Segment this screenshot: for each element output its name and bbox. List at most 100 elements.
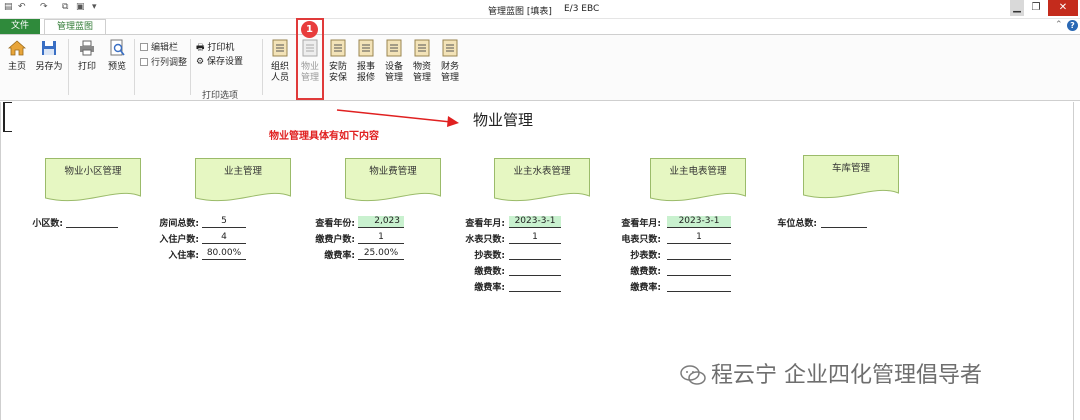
owner-rate-label: 入住率: xyxy=(168,251,199,261)
preview-button[interactable]: 预览 xyxy=(103,39,131,73)
row-col-adjust-checkbox[interactable]: 行列调整 xyxy=(140,55,187,68)
materials-icon xyxy=(414,39,430,57)
module-materials-button[interactable]: 物资 管理 xyxy=(408,39,436,84)
garage-spaces-field[interactable] xyxy=(821,216,867,228)
card-water[interactable]: 业主水表管理 xyxy=(494,158,590,203)
save-as-button[interactable]: 另存为 xyxy=(35,39,63,73)
edit-bar-checkbox[interactable]: 编辑栏 xyxy=(140,40,178,53)
tab-management-blueprint[interactable]: 管理蓝图 xyxy=(44,19,106,35)
step-badge: 1 xyxy=(301,21,318,38)
home-icon xyxy=(8,40,26,56)
electric-rate-field xyxy=(667,280,731,292)
community-count-label: 小区数: xyxy=(32,219,63,229)
module-report-repair-button[interactable]: 报事 报修 xyxy=(352,39,380,84)
card-garage[interactable]: 车库管理 xyxy=(803,155,899,200)
home-button[interactable]: 主页 xyxy=(3,39,31,73)
card-label: 物业小区管理 xyxy=(64,166,122,177)
module-label-line1: 财务 xyxy=(440,62,459,72)
water-reads-label: 抄表数: xyxy=(474,251,505,261)
module-security-button[interactable]: 安防 安保 xyxy=(324,39,352,84)
fee-payers-field[interactable]: 1 xyxy=(358,232,404,244)
annotation-arrow xyxy=(336,109,459,127)
redo-icon[interactable]: ↷ xyxy=(40,2,48,12)
edit-bar-label: 编辑栏 xyxy=(151,43,179,53)
module-finance-button[interactable]: 财务 管理 xyxy=(436,39,464,84)
card-label: 业主管理 xyxy=(223,166,262,177)
fee-payers-label: 缴费户数: xyxy=(315,235,355,245)
card-owner[interactable]: 业主管理 xyxy=(195,158,291,203)
save-settings-button[interactable]: ⚙ 保存设置 xyxy=(196,54,243,67)
electric-meters-field[interactable]: 1 xyxy=(667,232,731,244)
electric-paid-label: 缴费数: xyxy=(630,267,661,277)
card-label: 物业费管理 xyxy=(369,166,417,177)
paste-icon[interactable]: ▣ xyxy=(76,2,85,12)
fee-year-field[interactable]: 2,023 xyxy=(358,216,404,228)
water-rate-field xyxy=(509,280,561,292)
collapse-ribbon-icon[interactable]: ⌃ xyxy=(1055,20,1063,30)
electric-month-field[interactable]: 2023-3-1 xyxy=(667,216,731,228)
cell-cursor xyxy=(3,102,12,132)
owner-occupied-field[interactable]: 4 xyxy=(202,232,246,244)
window-title: 管理蓝图 [填表] xyxy=(488,7,552,17)
water-month-label: 查看年月: xyxy=(465,219,505,229)
module-org-personnel-button[interactable]: 组织 人员 xyxy=(266,39,294,84)
card-community[interactable]: 物业小区管理 xyxy=(45,158,141,203)
water-month-field[interactable]: 2023-3-1 xyxy=(509,216,561,228)
worksheet-canvas[interactable]: 物业管理 物业管理具体有如下内容 物业小区管理 业主管理 物业费管理 业主水表管… xyxy=(0,102,1080,420)
garage-spaces-label: 车位总数: xyxy=(777,219,817,229)
copy-icon[interactable]: ⧉ xyxy=(62,2,68,12)
owner-occupied-label: 入住户数: xyxy=(159,235,199,245)
close-button[interactable]: ✕ xyxy=(1048,0,1078,16)
security-icon xyxy=(330,39,346,57)
electric-month-label: 查看年月: xyxy=(621,219,661,229)
finance-icon xyxy=(442,39,458,57)
electric-paid-field[interactable] xyxy=(667,264,731,276)
owner-rooms-label: 房间总数: xyxy=(159,219,199,229)
module-equipment-button[interactable]: 设备 管理 xyxy=(380,39,408,84)
fee-year-label: 查看年份: xyxy=(315,219,355,229)
electric-reads-field[interactable] xyxy=(667,248,731,260)
customize-quick-access-icon[interactable]: ▾ xyxy=(92,2,97,12)
save-icon xyxy=(42,41,56,55)
module-label-line2: 人员 xyxy=(270,73,289,83)
preview-icon xyxy=(110,39,125,56)
card-fee[interactable]: 物业费管理 xyxy=(345,158,441,203)
home-label: 主页 xyxy=(7,62,26,72)
electric-reads-label: 抄表数: xyxy=(630,251,661,261)
water-reads-field[interactable] xyxy=(509,248,561,260)
ribbon-tab-strip: 文件 管理蓝图 ⌃ ? xyxy=(0,19,1080,35)
electric-rate-label: 缴费率: xyxy=(630,283,661,293)
equipment-icon xyxy=(386,39,402,57)
owner-rate-field: 80.00% xyxy=(202,248,246,260)
water-meters-field[interactable]: 1 xyxy=(509,232,561,244)
module-label-line2: 管理 xyxy=(412,73,431,83)
module-label-line1: 设备 xyxy=(384,62,403,72)
module-label-line2: 安保 xyxy=(328,73,347,83)
app-menu-icon[interactable]: ▤ xyxy=(4,2,13,12)
electric-meters-label: 电表只数: xyxy=(621,235,661,245)
restore-button[interactable]: ❐ xyxy=(1024,0,1048,16)
community-count-field[interactable] xyxy=(66,216,118,228)
help-icon[interactable]: ? xyxy=(1067,20,1078,31)
card-label: 车库管理 xyxy=(831,163,870,174)
tab-file[interactable]: 文件 xyxy=(0,19,40,34)
water-paid-label: 缴费数: xyxy=(474,267,505,277)
minimize-button[interactable]: ▁ xyxy=(1010,0,1024,16)
app-name: E/3 EBC xyxy=(564,4,600,14)
preview-label: 预览 xyxy=(107,62,126,72)
owner-rooms-field[interactable]: 5 xyxy=(202,216,246,228)
card-electric[interactable]: 业主电表管理 xyxy=(650,158,746,203)
printer-icon xyxy=(80,40,94,56)
save-settings-icon: ⚙ xyxy=(196,57,205,67)
water-paid-field[interactable] xyxy=(509,264,561,276)
print-label: 打印 xyxy=(77,62,96,72)
print-options-group-label: 打印选项 xyxy=(202,91,239,101)
module-label-line2: 报修 xyxy=(356,73,375,83)
print-button[interactable]: 打印 xyxy=(73,39,101,73)
undo-icon[interactable]: ↶ xyxy=(18,2,26,12)
wechat-logo-icon xyxy=(680,365,706,385)
module-label-line2: 管理 xyxy=(440,73,459,83)
module-label-line2: 管理 xyxy=(384,73,403,83)
page-title: 物业管理 xyxy=(473,111,534,129)
save-settings-label: 保存设置 xyxy=(206,57,243,67)
